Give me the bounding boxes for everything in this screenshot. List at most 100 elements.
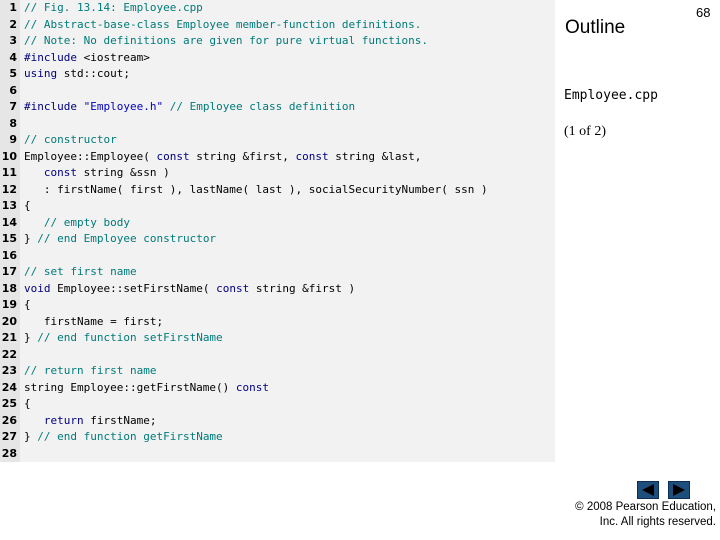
line-number: 3: [9, 34, 17, 47]
file-name: Employee.cpp: [564, 88, 658, 103]
code-text: string Employee::getFirstName() const: [24, 380, 269, 397]
copyright: © 2008 Pearson Education, Inc. All right…: [575, 500, 716, 530]
comment-token: // set first name: [24, 265, 137, 278]
line-number: 6: [9, 83, 17, 97]
plain-token: {: [24, 298, 31, 311]
plain-token: firstName;: [83, 413, 157, 427]
line-number: 7: [9, 100, 17, 113]
next-slide-button[interactable]: [668, 481, 690, 499]
comment-token: // end function getFirstName: [37, 430, 223, 443]
plain-token: }: [24, 331, 38, 344]
plain-token: string &first ): [249, 281, 356, 295]
plain-token: string Employee::getFirstName(): [24, 380, 236, 394]
code-listing: 1 // Fig. 13.14: Employee.cpp 2 // Abstract…: [0, 0, 555, 462]
line-number: 11: [1, 166, 17, 179]
comment-token: // Employee class definition: [169, 100, 356, 113]
copyright-line-1: © 2008 Pearson Education,: [575, 501, 716, 513]
line-number: 20: [1, 314, 17, 328]
code-text: firstName = first;: [24, 314, 163, 331]
comment-token: // end function setFirstName: [37, 331, 223, 344]
line-number: 15: [1, 232, 17, 245]
keyword-token: const: [295, 149, 329, 163]
line-number: 16: [1, 248, 17, 262]
line-number: 18: [1, 281, 17, 295]
code-text: #include "Employee.h" // Employee class …: [24, 99, 355, 116]
line-number: 19: [1, 298, 17, 311]
code-text: // Fig. 13.14: Employee.cpp: [24, 0, 203, 17]
line-number: 4: [9, 50, 17, 64]
previous-slide-button[interactable]: [637, 481, 659, 499]
code-text: #include <iostream>: [24, 50, 150, 67]
line-number: 10: [1, 149, 17, 163]
line-number: 12: [1, 182, 17, 196]
plain-token: string &last,: [328, 149, 422, 163]
line-number: 26: [1, 413, 17, 427]
keyword-token: #include: [24, 100, 77, 113]
plain-token: }: [24, 430, 38, 443]
keyword-token: using: [24, 67, 58, 80]
plain-token: <iostream>: [76, 50, 150, 64]
code-text: // return first name: [24, 363, 156, 380]
line-number: 21: [1, 331, 17, 344]
keyword-token: return: [43, 413, 84, 427]
line-number: 23: [1, 364, 17, 377]
plain-token: }: [24, 232, 38, 245]
code-text: // set first name: [24, 264, 137, 281]
line-number: 1: [9, 1, 17, 14]
page-number: 68: [696, 5, 711, 20]
line-number: 13: [1, 199, 17, 212]
plain-token: Employee::Employee(: [24, 149, 157, 163]
comment-token: // end Employee constructor: [37, 232, 217, 245]
code-text: using std::cout;: [24, 66, 130, 83]
comment-token: // Fig. 13.14: Employee.cpp: [24, 1, 203, 14]
keyword-token: const: [235, 380, 270, 394]
code-text: : firstName( first ), lastName( last ), …: [24, 182, 488, 199]
code-text: // Note: No definitions are given for pu…: [24, 33, 428, 50]
next-arrow-icon: [673, 484, 685, 496]
plain-token: : firstName( first ), lastName( last ), …: [24, 182, 488, 196]
plain-token: string &first,: [189, 149, 296, 163]
line-number: 22: [1, 347, 17, 361]
code-text: const string &ssn ): [24, 165, 170, 182]
comment-token: // empty body: [43, 215, 130, 229]
code-text: } // end function setFirstName: [24, 330, 223, 347]
keyword-token: #include: [24, 50, 77, 64]
line-number: 24: [1, 380, 17, 394]
plain-token: {: [24, 397, 31, 410]
line-number: 27: [1, 430, 17, 443]
code-text: // constructor: [24, 132, 117, 149]
comment-token: // return first name: [24, 364, 157, 377]
code-text: } // end function getFirstName: [24, 429, 223, 446]
keyword-token: const: [43, 166, 77, 179]
line-number: 8: [9, 116, 17, 130]
code-text: {: [24, 297, 31, 314]
line-number: 14: [1, 215, 17, 229]
copyright-line-2: Inc. All rights reserved.: [599, 516, 716, 528]
line-number: 25: [1, 397, 17, 410]
keyword-token: const: [216, 281, 250, 295]
code-text: return firstName;: [24, 413, 157, 430]
comment-token: // Abstract-base-class Employee member-f…: [24, 17, 422, 31]
outline-label: Outline: [565, 17, 626, 38]
plain-token: string &ssn ): [77, 166, 170, 179]
previous-arrow-icon: [642, 484, 654, 496]
comment-token: // Note: No definitions are given for pu…: [24, 34, 428, 47]
plain-token: firstName = first;: [24, 314, 164, 328]
code-text: {: [24, 396, 31, 413]
keyword-token: void: [24, 281, 51, 295]
code-text: void Employee::setFirstName( const strin…: [24, 281, 355, 298]
plain-token: Employee::setFirstName(: [50, 281, 217, 295]
line-number: 17: [1, 265, 17, 278]
plain-token: std::cout;: [57, 67, 130, 80]
line-number: 9: [9, 133, 17, 146]
line-number: 5: [9, 67, 17, 80]
code-text: {: [24, 198, 31, 215]
comment-token: // constructor: [24, 133, 117, 146]
code-text: } // end Employee constructor: [24, 231, 216, 248]
keyword-token: const: [156, 149, 190, 163]
